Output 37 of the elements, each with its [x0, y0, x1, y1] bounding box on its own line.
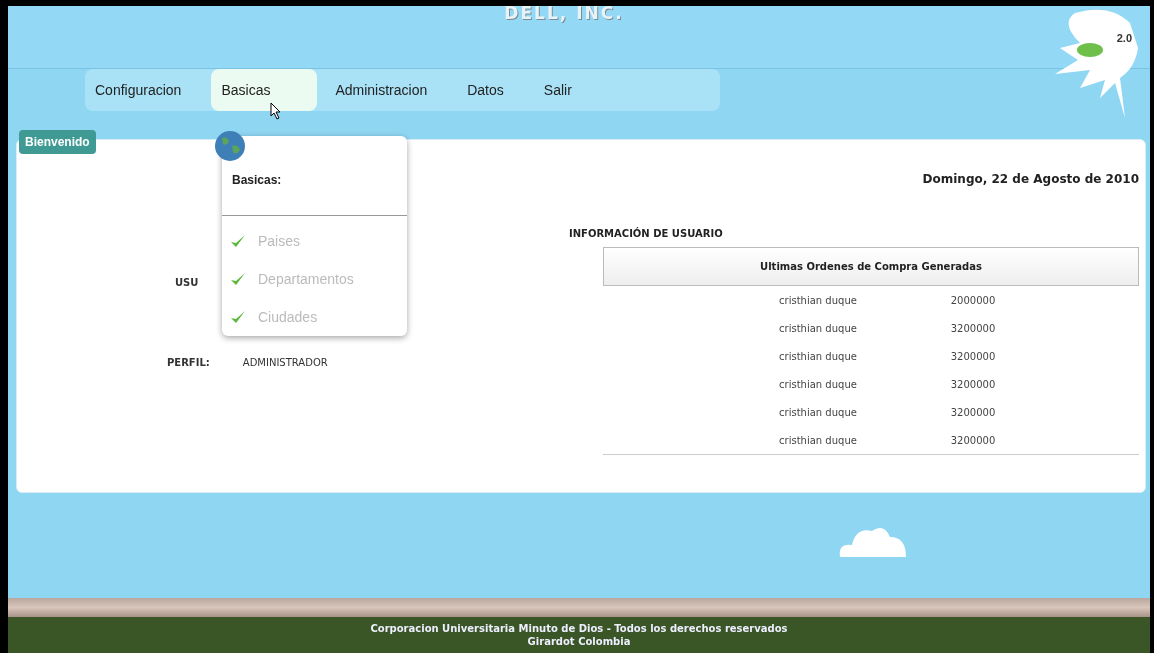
user-label: USU — [175, 277, 199, 290]
table-cell-text: cristhian duque — [778, 406, 858, 418]
dropdown-item-label[interactable]: Paises — [258, 233, 301, 249]
mouse-cursor-icon — [270, 102, 282, 120]
site-title: DELL, INC. — [504, 6, 624, 23]
dropdown-item-label[interactable]: Departamentos — [258, 271, 354, 287]
table-header: Ultimas Ordenes de Compra Generadas — [603, 247, 1139, 286]
logo-version: 2.0 — [1116, 32, 1132, 44]
date-text: Domingo, 22 de Agosto de 2010 — [922, 172, 1139, 186]
dropdown-item[interactable]: Ciudades — [222, 298, 407, 336]
table-cell-text: 3200000 — [949, 406, 997, 418]
table-cell-text: cristhian duque — [778, 350, 858, 362]
menu-item[interactable]: Salir — [533, 69, 582, 111]
dropdown-item[interactable]: Paises — [222, 222, 407, 260]
table-cell-text: 3200000 — [949, 434, 997, 446]
menu-item[interactable]: Datos — [457, 69, 514, 111]
panel-tab[interactable]: Bienvenido — [19, 130, 96, 154]
menu-item[interactable]: Basicas — [211, 69, 318, 111]
table-cell-text: 3200000 — [949, 350, 997, 362]
section-title: INFORMACIÓN DE USUARIO — [569, 228, 724, 239]
profile-value: ADMINISTRADOR — [242, 357, 328, 368]
table-cell-text: cristhian duque — [778, 378, 858, 390]
dropdown-item[interactable]: Departamentos — [222, 260, 407, 298]
footer-text: Girardot Colombia — [527, 635, 631, 648]
menu-item[interactable]: Administracion — [325, 69, 438, 111]
table-cell-text: cristhian duque — [778, 294, 858, 306]
table-cell-text: 3200000 — [949, 378, 997, 390]
table-cell-text: cristhian duque — [778, 322, 858, 334]
dropdown-title: Basicas: — [222, 136, 407, 216]
globe-icon — [214, 130, 246, 162]
table-cell-text: 2000000 — [949, 294, 997, 306]
table-cell-text: cristhian duque — [778, 434, 858, 446]
footer-text: Corporacion Universitaria Minuto de Dios - Todos los derechos reservados — [370, 622, 788, 635]
menu-item[interactable]: Configuracion — [85, 69, 192, 111]
dropdown-item-label[interactable]: Ciudades — [258, 309, 318, 325]
table-cell-text: 3200000 — [949, 322, 997, 334]
profile-label: PERFIL: — [167, 357, 210, 368]
